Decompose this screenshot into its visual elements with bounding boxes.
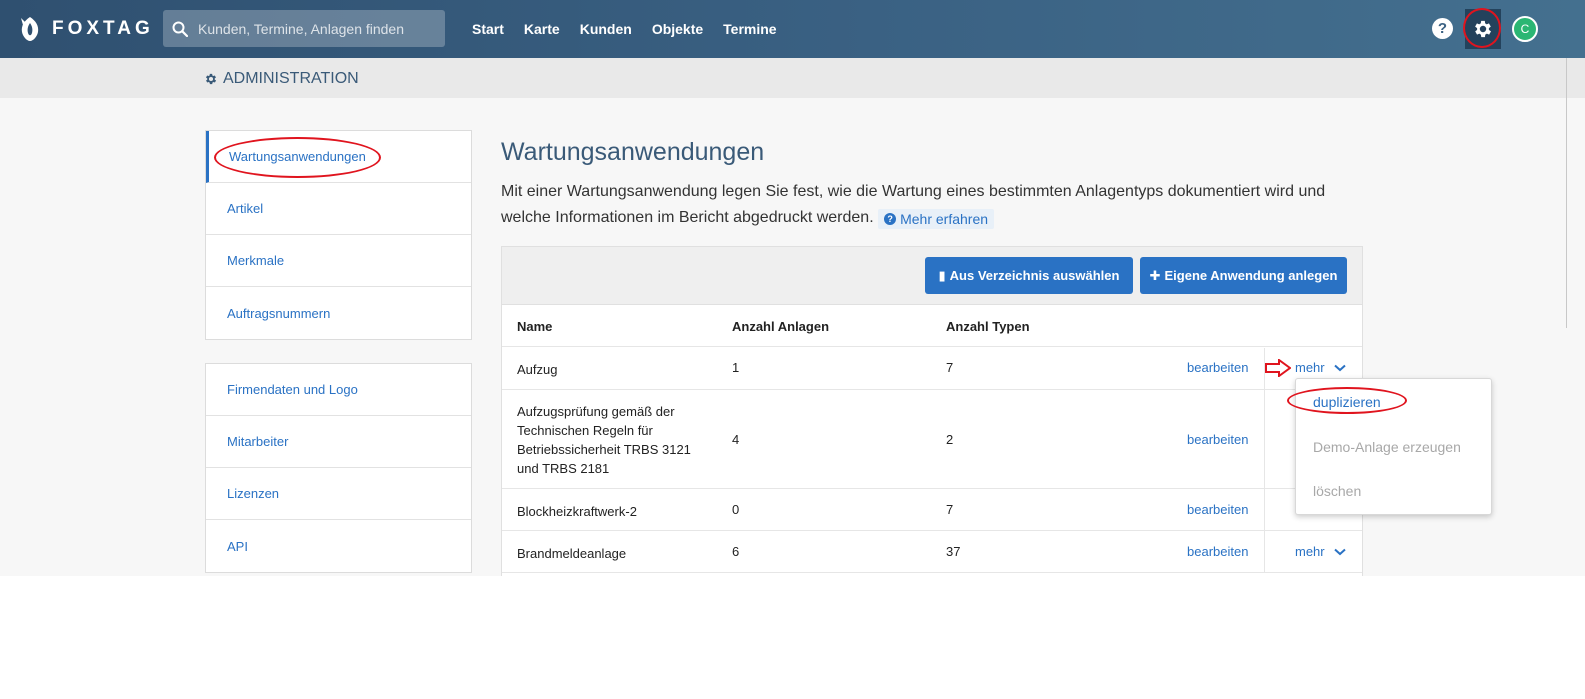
edit-link[interactable]: bearbeiten <box>1187 432 1248 447</box>
table-row[interactable]: Brandmeldeanlage 6 37 bearbeiten mehr <box>502 531 1362 573</box>
app-root: FOXTAG Start Karte Kunden Objekte Termin… <box>0 0 1585 699</box>
row-typen-count: 2 <box>946 432 954 447</box>
column-header-name: Name <box>517 319 553 334</box>
settings-button[interactable] <box>1465 9 1501 49</box>
fox-logo-icon <box>21 17 39 41</box>
chevron-down-icon <box>1333 364 1346 371</box>
more-dropdown-toggle[interactable]: mehr <box>1295 360 1346 375</box>
foxtag-logo[interactable]: FOXTAG <box>18 14 154 44</box>
blank-area <box>0 576 1585 699</box>
row-anlagen-count: 1 <box>732 360 740 375</box>
table-row[interactable]: Aufzug 1 7 bearbeiten mehr <box>502 348 1362 390</box>
learn-more-link[interactable]: ? Mehr erfahren <box>878 209 995 229</box>
sidebar-item-firmendaten[interactable]: Firmendaten und Logo <box>206 364 471 416</box>
page-title: Wartungsanwendungen <box>501 138 765 166</box>
more-dropdown-menu: duplizieren Demo-Anlage erzeugen löschen <box>1295 378 1492 515</box>
page-description: Mit einer Wartungsanwendung legen Sie fe… <box>501 179 1341 231</box>
column-header-typen: Anzahl Typen <box>946 319 1030 334</box>
more-label: mehr <box>1295 544 1325 559</box>
book-icon: ▮ <box>938 267 946 283</box>
row-name: Brandmeldeanlage <box>517 546 627 561</box>
scrollbar-edge <box>1566 58 1567 328</box>
select-from-directory-button[interactable]: ▮ Aus Verzeichnis auswählen <box>925 257 1133 294</box>
table-row[interactable]: Blockheizkraftwerk-2 0 7 bearbeiten <box>502 489 1362 531</box>
user-avatar[interactable]: C <box>1512 16 1538 42</box>
sidebar-item-mitarbeiter[interactable]: Mitarbeiter <box>206 416 471 468</box>
edit-link[interactable]: bearbeiten <box>1187 502 1248 517</box>
table-row[interactable]: Aufzugsprüfung gemäß der Technischen Reg… <box>502 390 1362 489</box>
row-anlagen-count: 6 <box>732 544 740 559</box>
more-label: mehr <box>1295 360 1325 375</box>
browser-viewport: FOXTAG Start Karte Kunden Objekte Termin… <box>0 0 1585 576</box>
search-input[interactable] <box>198 20 438 37</box>
admin-header-bar: ADMINISTRATION <box>0 58 1585 98</box>
edit-link[interactable]: bearbeiten <box>1187 360 1248 375</box>
create-own-application-button[interactable]: ✚ Eigene Anwendung anlegen <box>1140 257 1347 294</box>
select-from-directory-label: Aus Verzeichnis auswählen <box>949 268 1120 283</box>
nav-link-karte[interactable]: Karte <box>524 21 560 37</box>
sidebar-item-wartungsanwendungen[interactable]: Wartungsanwendungen <box>206 131 471 183</box>
dropdown-item-delete[interactable]: löschen <box>1313 483 1361 499</box>
gear-icon <box>1475 20 1491 38</box>
sidebar-item-merkmale[interactable]: Merkmale <box>206 235 471 287</box>
nav-link-termine[interactable]: Termine <box>723 21 776 37</box>
sidebar-item-api[interactable]: API <box>206 520 471 572</box>
sidebar-group-settings: Wartungsanwendungen Artikel Merkmale Auf… <box>205 130 472 340</box>
help-icon[interactable]: ? <box>1432 18 1453 39</box>
row-name: Aufzug <box>517 362 558 377</box>
main-nav: Start Karte Kunden Objekte Termine <box>472 0 797 58</box>
row-anlagen-count: 4 <box>732 432 740 447</box>
gear-icon <box>205 73 217 85</box>
sidebar-group-company: Firmendaten und Logo Mitarbeiter Lizenze… <box>205 363 472 573</box>
more-column-divider <box>1264 489 1265 531</box>
nav-link-objekte[interactable]: Objekte <box>652 21 703 37</box>
more-dropdown-toggle[interactable]: mehr <box>1295 544 1346 559</box>
column-header-anlagen: Anzahl Anlagen <box>732 319 830 334</box>
row-typen-count: 7 <box>946 502 954 517</box>
dropdown-item-demo-anlage[interactable]: Demo-Anlage erzeugen <box>1313 439 1461 455</box>
question-circle-icon: ? <box>884 213 897 225</box>
more-column-divider <box>1264 531 1265 573</box>
search-icon <box>172 21 188 37</box>
annotation-arrow-icon <box>1265 359 1291 377</box>
nav-link-start[interactable]: Start <box>472 21 504 37</box>
more-column-divider <box>1264 390 1265 489</box>
nav-link-kunden[interactable]: Kunden <box>580 21 632 37</box>
admin-title: ADMINISTRATION <box>204 70 359 88</box>
row-typen-count: 7 <box>946 360 954 375</box>
dropdown-item-duplicate[interactable]: duplizieren <box>1313 394 1381 410</box>
create-own-application-label: Eigene Anwendung anlegen <box>1164 268 1338 283</box>
table-header: Name Anzahl Anlagen Anzahl Typen <box>502 305 1362 347</box>
learn-more-label: Mehr erfahren <box>900 211 989 227</box>
sidebar-item-artikel[interactable]: Artikel <box>206 183 471 235</box>
admin-title-text: ADMINISTRATION <box>223 70 359 87</box>
panel-toolbar: ▮ Aus Verzeichnis auswählen ✚ Eigene Anw… <box>502 247 1362 305</box>
global-search[interactable] <box>163 10 445 47</box>
chevron-down-icon <box>1333 548 1346 555</box>
row-name: Aufzugsprüfung gemäß der Technischen Reg… <box>517 404 691 476</box>
top-navbar: FOXTAG Start Karte Kunden Objekte Termin… <box>0 0 1585 58</box>
row-name: Blockheizkraftwerk-2 <box>517 504 637 519</box>
plus-icon: ✚ <box>1149 267 1161 283</box>
applications-panel: ▮ Aus Verzeichnis auswählen ✚ Eigene Anw… <box>501 246 1363 576</box>
logo-text: FOXTAG <box>52 18 154 39</box>
row-typen-count: 37 <box>946 544 961 559</box>
sidebar-item-auftragsnummern[interactable]: Auftragsnummern <box>206 287 471 339</box>
sidebar-item-lizenzen[interactable]: Lizenzen <box>206 468 471 520</box>
edit-link[interactable]: bearbeiten <box>1187 544 1248 559</box>
row-anlagen-count: 0 <box>732 502 740 517</box>
